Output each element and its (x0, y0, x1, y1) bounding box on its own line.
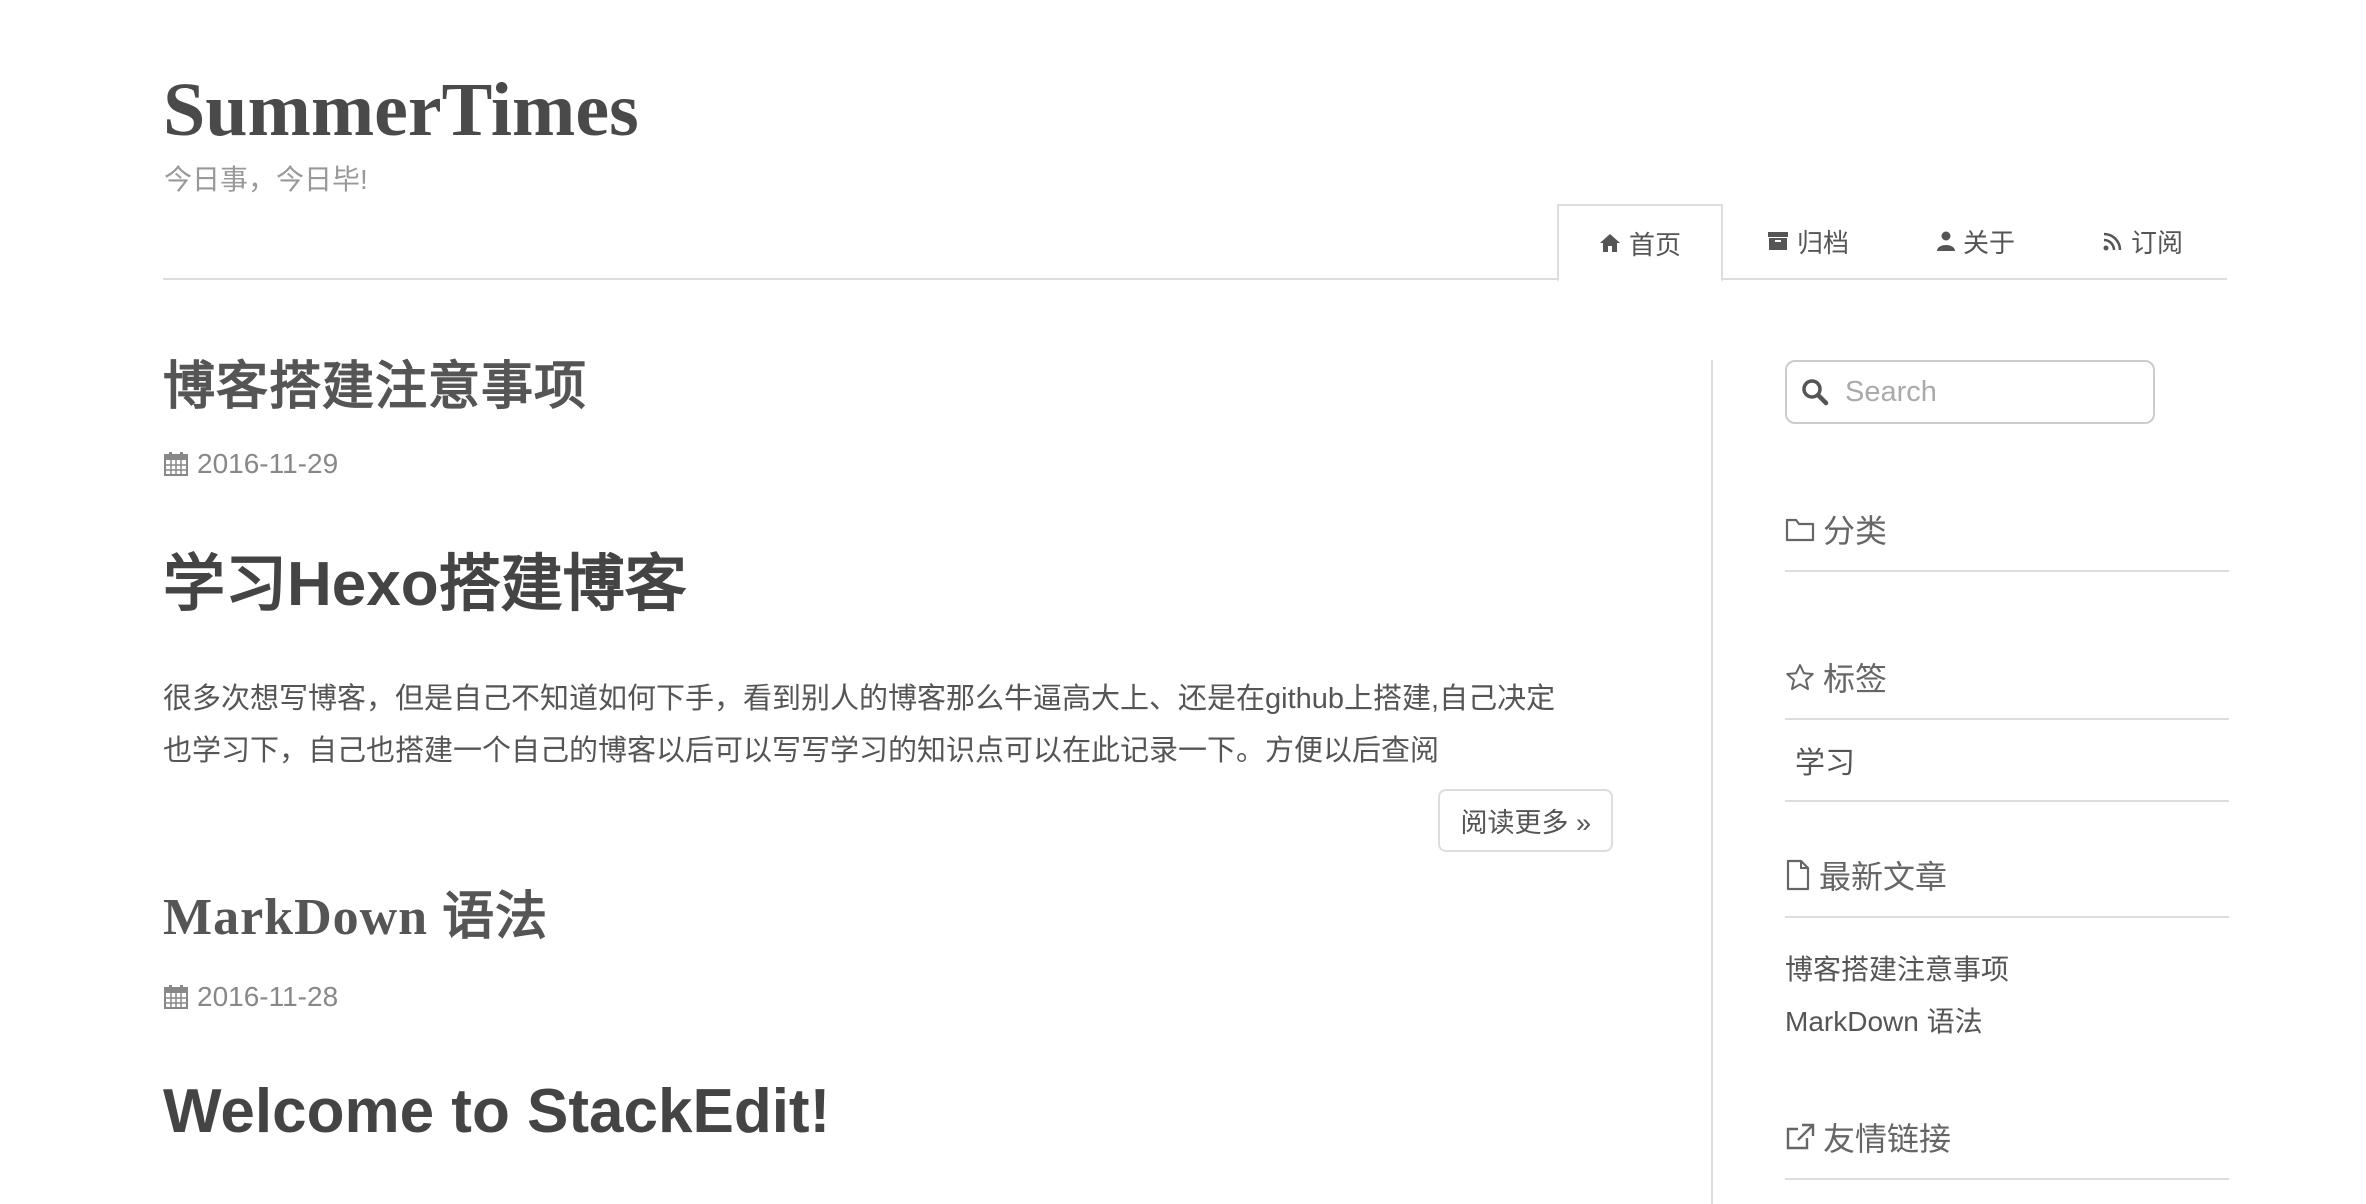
post-date: 2016-11-28 (163, 981, 1613, 1013)
recent-post-link[interactable]: MarkDown 语法 (1785, 996, 2229, 1048)
tag-link[interactable]: 学习 (1795, 738, 2229, 782)
widget-title: 友情链接 (1785, 1114, 2229, 1180)
links-widget: 友情链接 (1785, 1114, 2229, 1180)
user-icon (1936, 231, 1955, 251)
content-divider (1711, 360, 1713, 1204)
post-item: MarkDown 语法 2016-11-28 Welcome to StackE… (163, 887, 1613, 1150)
post-excerpt: 很多次想写博客，但是自己不知道如何下手，看到别人的博客那么牛逼高大上、还是在gi… (163, 673, 1613, 777)
recent-post-link[interactable]: 博客搭建注意事项 (1785, 944, 2229, 996)
widget-title-text: 分类 (1823, 513, 1888, 549)
nav-item-archive[interactable]: 归档 (1723, 204, 1893, 278)
post-date-text: 2016-11-29 (197, 448, 339, 480)
file-icon (1786, 859, 1810, 891)
calendar-icon (164, 452, 188, 477)
search-input[interactable] (1843, 374, 2147, 410)
rss-icon (2103, 232, 2122, 251)
nav-item-home[interactable]: 首页 (1556, 204, 1723, 282)
main-nav: 首页 归档 关于 订阅 (1556, 204, 2227, 282)
post-list: 博客搭建注意事项 2016-11-29 学习Hexo搭建博客 很多次想写博客，但… (163, 356, 1613, 1150)
post-heading: Welcome to StackEdit! (163, 1077, 831, 1147)
read-more-button[interactable]: 阅读更多 » (1438, 788, 1613, 852)
nav-item-label: 订阅 (2130, 227, 2183, 258)
widget-title-text: 友情链接 (1823, 1121, 1952, 1157)
widget-title-text: 最新文章 (1819, 859, 1948, 895)
archive-icon (1767, 232, 1788, 250)
post-heading: 学习Hexo搭建博客 (163, 550, 687, 620)
nav-item-label: 关于 (1962, 227, 2015, 258)
home-icon (1599, 234, 1620, 252)
sidebar: 分类 标签 学习 最新文章 博客搭建注意事项 MarkDown 语法 友情链接 (1785, 360, 2229, 1180)
tag-list: 学习 (1785, 720, 2229, 802)
search-box[interactable] (1785, 360, 2155, 424)
widget-title: 最新文章 (1785, 852, 2229, 918)
post-excerpt-line: 很多次想写博客，但是自己不知道如何下手，看到别人的博客那么牛逼高大上、还是在gi… (163, 682, 1556, 715)
recent-list: 博客搭建注意事项 MarkDown 语法 (1785, 918, 2229, 1048)
folder-icon (1785, 518, 1815, 542)
post-title[interactable]: MarkDown 语法 (163, 887, 1613, 949)
search-icon (1802, 379, 1829, 406)
nav-item-label: 归档 (1796, 227, 1849, 258)
star-icon (1786, 664, 1814, 690)
calendar-icon (164, 985, 188, 1010)
nav-item-about[interactable]: 关于 (1893, 204, 2059, 278)
widget-title: 分类 (1785, 506, 2229, 572)
site-subtitle: 今日事，今日毕! (164, 164, 368, 195)
widget-title-text: 标签 (1823, 661, 1888, 697)
post-date-text: 2016-11-28 (197, 981, 339, 1013)
site-title[interactable]: SummerTimes (163, 72, 639, 148)
tags-widget: 标签 学习 (1785, 654, 2229, 802)
post-date: 2016-11-29 (163, 448, 1613, 480)
post-title[interactable]: 博客搭建注意事项 (163, 356, 1613, 418)
categories-widget: 分类 (1785, 506, 2229, 572)
external-link-icon (1786, 1123, 1815, 1150)
recent-posts-widget: 最新文章 博客搭建注意事项 MarkDown 语法 (1785, 852, 2229, 1048)
post-item: 博客搭建注意事项 2016-11-29 学习Hexo搭建博客 很多次想写博客，但… (163, 356, 1613, 852)
widget-title: 标签 (1785, 654, 2229, 720)
nav-item-label: 首页 (1628, 229, 1681, 260)
nav-item-subscribe[interactable]: 订阅 (2059, 204, 2227, 278)
post-excerpt-line: 也学习下，自己也搭建一个自己的博客以后可以写写学习的知识点可以在此记录一下。方便… (163, 734, 1440, 767)
